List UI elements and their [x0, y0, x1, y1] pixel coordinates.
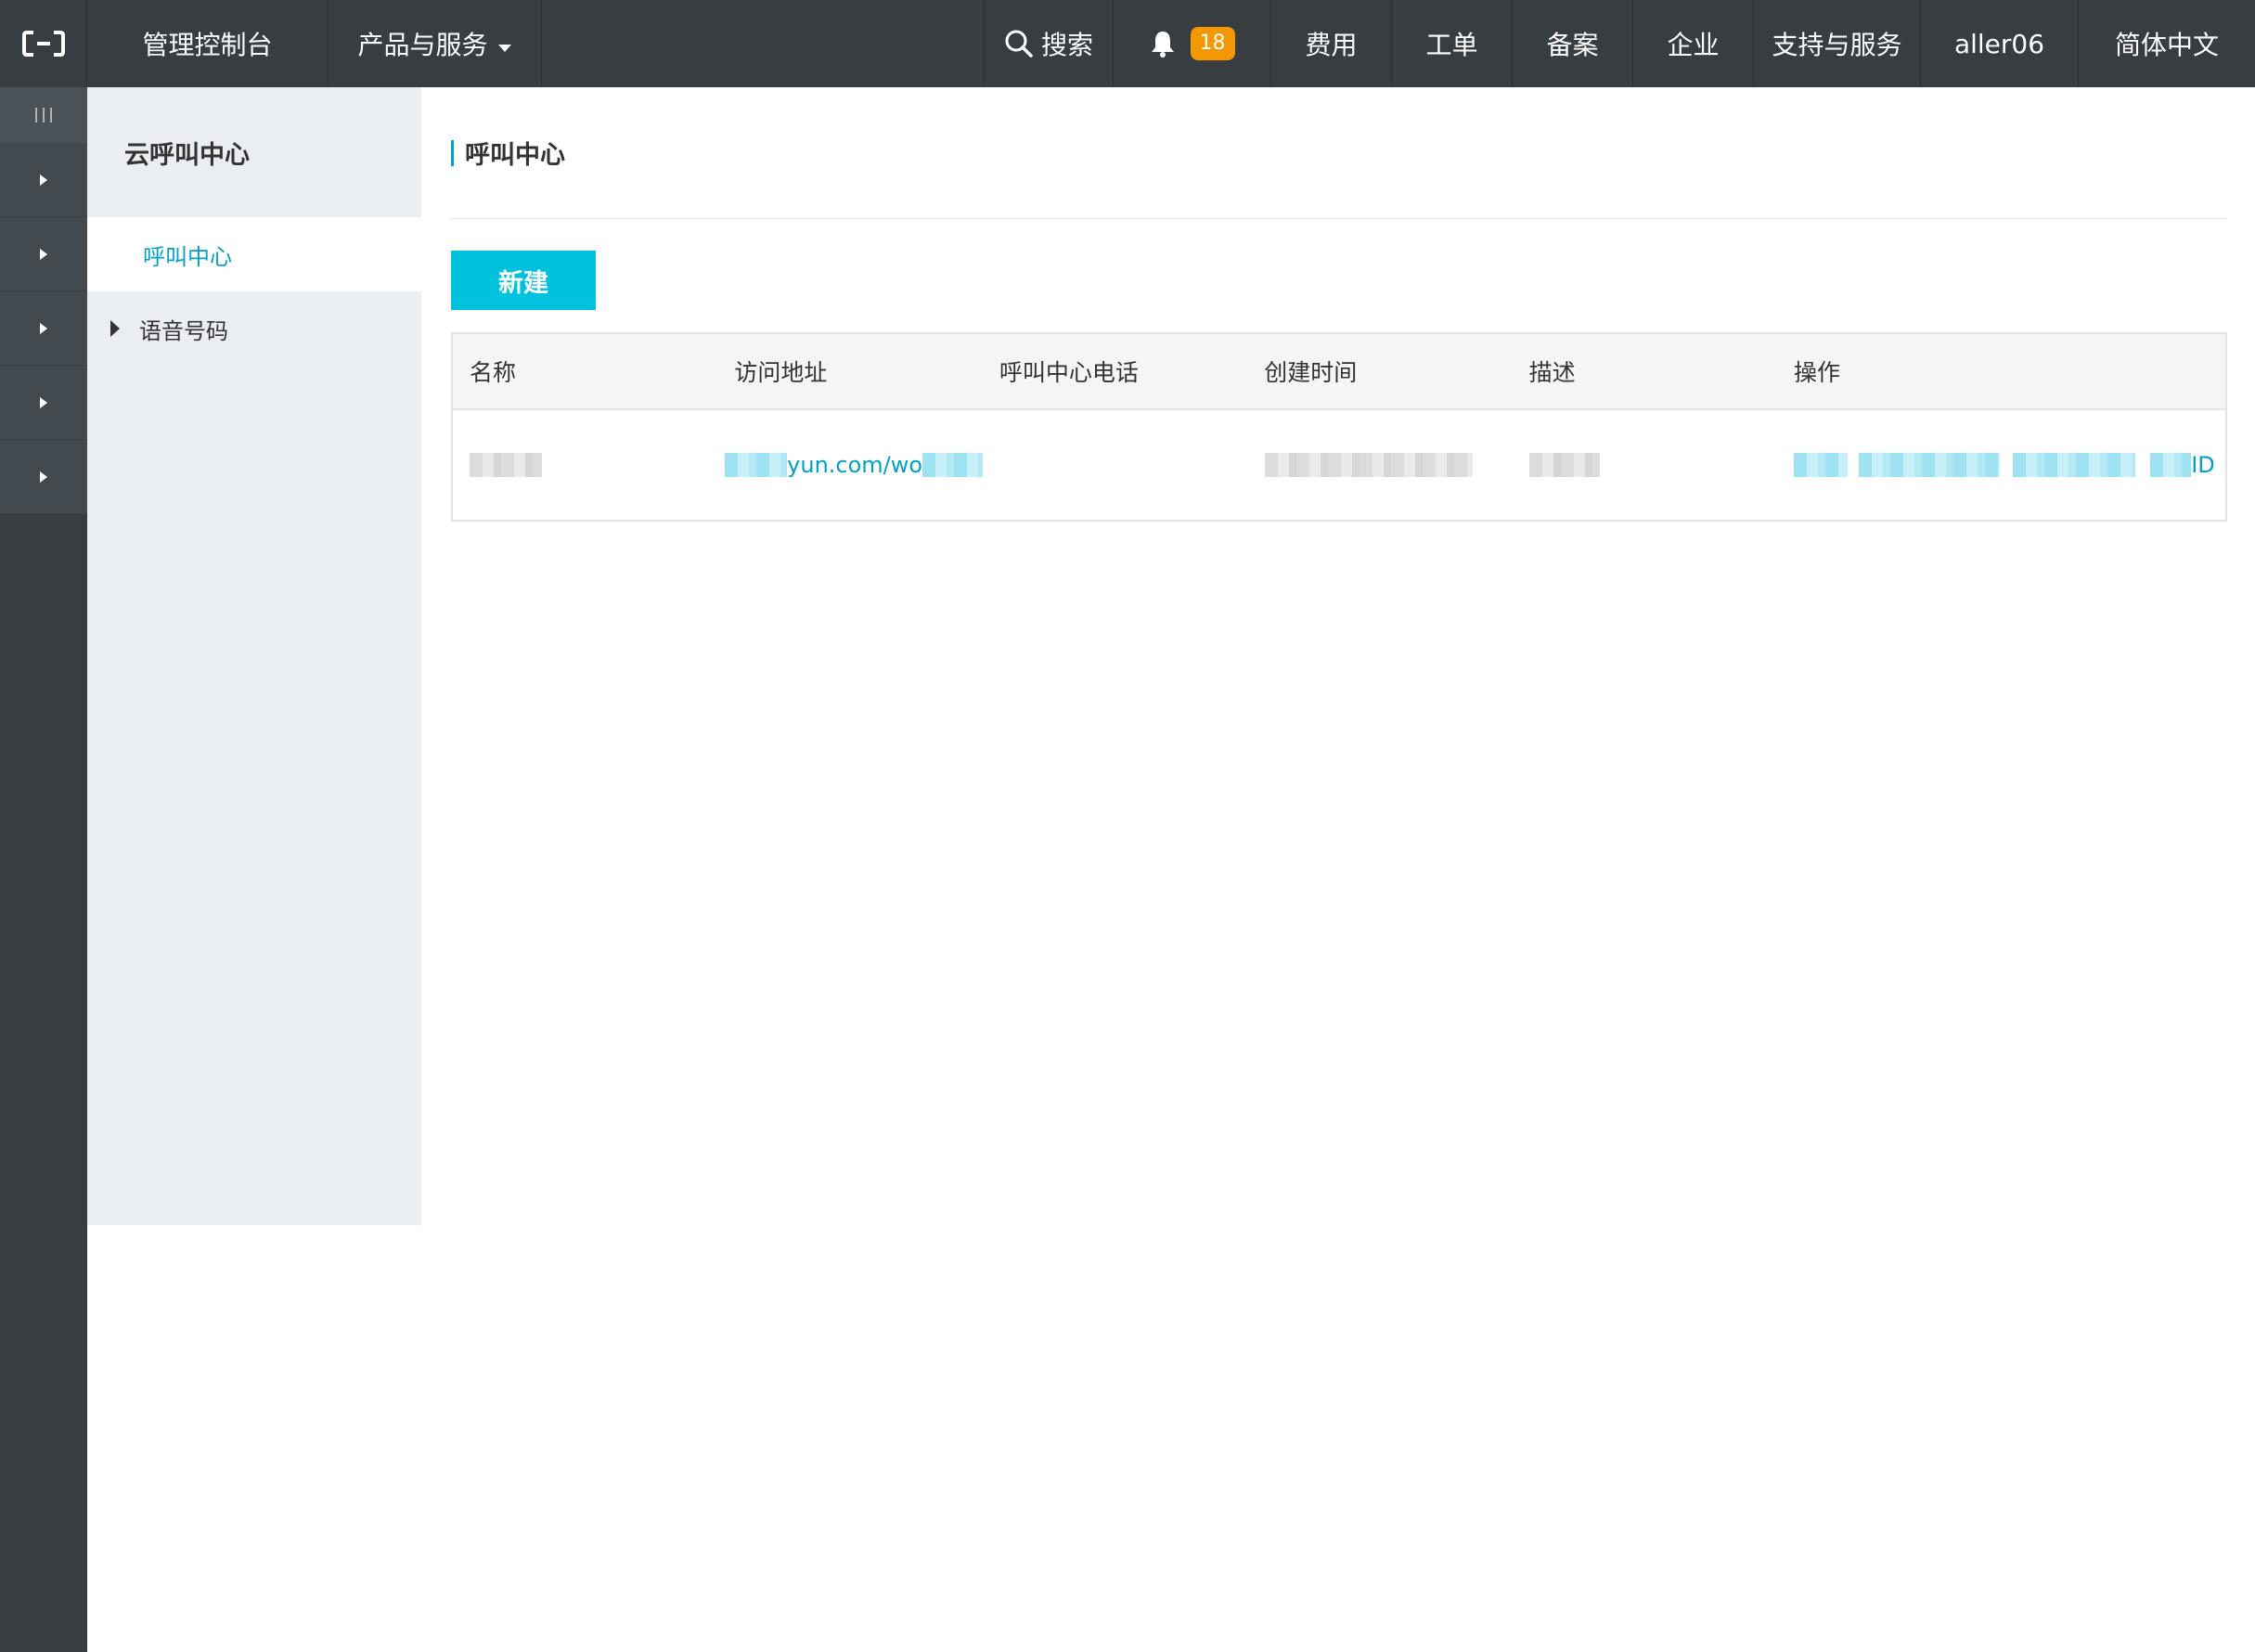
redacted-created-time: [1264, 453, 1473, 477]
product-sidebar: 云呼叫中心 呼叫中心 语音号码: [87, 87, 421, 1225]
caret-right-icon: [39, 471, 48, 484]
nav-icp-filing[interactable]: 备案: [1513, 0, 1633, 87]
action-link-4[interactable]: ID: [2191, 452, 2215, 478]
create-new-button[interactable]: 新建: [451, 251, 596, 310]
console-label: 管理控制台: [142, 30, 273, 60]
call-center-table: 名称 访问地址 呼叫中心电话 创建时间 描述 操作 yun.com/wo ID: [451, 332, 2227, 522]
product-icon-bar: [0, 87, 87, 1652]
redacted-url-suffix: [922, 453, 984, 477]
sidebar-item-label: 语音号码: [139, 317, 228, 344]
notifications-button[interactable]: 18: [1114, 0, 1271, 87]
cell-created-time: [1248, 453, 1513, 477]
page-title: 呼叫中心: [451, 87, 2227, 219]
redacted-url-prefix: [725, 453, 788, 477]
action-link-4-prefix: [2150, 453, 2192, 477]
sidebar-item-label: 呼叫中心: [143, 243, 232, 270]
redacted-description: [1528, 453, 1600, 477]
iconbar-item-4[interactable]: [0, 366, 87, 440]
column-header-name: 名称: [470, 359, 517, 386]
column-header-created: 创建时间: [1264, 359, 1358, 386]
aliyun-logo-icon[interactable]: [0, 0, 87, 87]
page-title-text: 呼叫中心: [465, 141, 565, 170]
caret-right-icon: [39, 174, 48, 187]
main-content: 呼叫中心 新建 名称 访问地址 呼叫中心电话 创建时间 描述 操作 yun.co…: [451, 87, 2227, 1225]
sidebar-item-call-center[interactable]: 呼叫中心: [87, 217, 421, 291]
sidebar-title: 云呼叫中心: [124, 140, 250, 170]
column-header-url: 访问地址: [734, 359, 828, 386]
redacted-name: [470, 453, 542, 477]
search-button[interactable]: 搜索: [984, 0, 1114, 87]
products-menu[interactable]: 产品与服务: [329, 0, 542, 87]
products-label: 产品与服务: [357, 30, 488, 60]
chevron-down-icon: [497, 29, 512, 59]
iconbar-background: [0, 514, 87, 1652]
nav-tickets[interactable]: 工单: [1392, 0, 1513, 87]
iconbar-item-1[interactable]: [0, 143, 87, 217]
table-row: yun.com/wo ID: [453, 410, 2225, 520]
nav-icp-label: 备案: [1546, 30, 1599, 60]
nav-enterprise-label: 企业: [1667, 30, 1720, 60]
nav-enterprise[interactable]: 企业: [1633, 0, 1754, 87]
search-label: 搜索: [1040, 30, 1093, 60]
sidebar-item-voice-numbers[interactable]: 语音号码: [87, 291, 421, 366]
nav-billing-label: 费用: [1305, 30, 1358, 60]
caret-right-icon: [39, 396, 48, 409]
caret-right-icon: [110, 319, 121, 338]
language-switcher[interactable]: 简体中文: [2079, 0, 2255, 87]
iconbar-item-2[interactable]: [0, 217, 87, 291]
cell-url[interactable]: yun.com/wo: [717, 452, 984, 478]
column-header-phone: 呼叫中心电话: [999, 359, 1139, 386]
nav-billing[interactable]: 费用: [1271, 0, 1392, 87]
column-header-actions: 操作: [1794, 359, 1841, 386]
iconbar-item-3[interactable]: [0, 291, 87, 366]
nav-support-label: 支持与服务: [1772, 30, 1902, 60]
access-url-link[interactable]: yun.com/wo: [787, 452, 922, 478]
search-icon: [1004, 29, 1034, 58]
action-link-3[interactable]: [2013, 453, 2136, 477]
table-header: 名称 访问地址 呼叫中心电话 创建时间 描述 操作: [453, 334, 2225, 410]
cell-name: [453, 453, 717, 477]
username-label: aller06: [1953, 28, 2045, 59]
action-link-1[interactable]: [1794, 453, 1849, 477]
action-link-2[interactable]: [1859, 453, 2001, 477]
column-header-description: 描述: [1528, 359, 1576, 386]
top-navigation-bar: 管理控制台 产品与服务 搜索 18 费用 工单 备案 企业 支持与服务 alle…: [0, 0, 2255, 87]
notification-count-badge: 18: [1190, 27, 1235, 60]
title-accent-bar: [451, 139, 454, 166]
cell-actions: ID: [1777, 452, 2225, 478]
bell-icon: [1150, 30, 1176, 58]
console-home-link[interactable]: 管理控制台: [87, 0, 329, 87]
iconbar-item-5[interactable]: [0, 440, 87, 514]
nav-tickets-label: 工单: [1425, 30, 1478, 60]
caret-right-icon: [39, 248, 48, 261]
language-label: 简体中文: [2114, 30, 2219, 60]
menu-lines-icon: [32, 106, 55, 124]
nav-support[interactable]: 支持与服务: [1754, 0, 1921, 87]
caret-right-icon: [39, 322, 48, 335]
user-account-menu[interactable]: aller06: [1921, 0, 2079, 87]
cell-description: [1513, 453, 1777, 477]
collapse-sidebar-toggle[interactable]: [0, 87, 87, 143]
